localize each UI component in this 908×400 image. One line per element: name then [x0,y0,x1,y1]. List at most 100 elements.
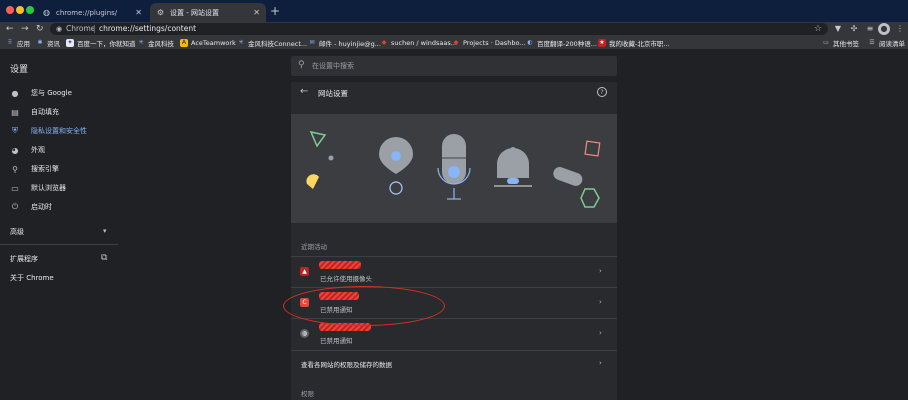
page-title: 设置 [10,65,29,75]
omnibox[interactable]: ◉ Chrome chrome://settings/content ☆ [50,23,828,35]
bookmark-apps[interactable]: ⠿ 应用 [6,36,30,50]
news-icon: ✱ [37,39,43,46]
globe-icon: ◍ [300,329,309,338]
bookmark-mail[interactable]: ✉ 邮件 - huyinjie@g... [308,36,380,50]
bookmark-other-folder[interactable]: ▭ 其他书签 [822,36,859,50]
back-icon[interactable]: ← [6,22,14,36]
site-settings-card: ← 网站设置 ? 近期活动 ▲ 已允许使用摄像头 › C 已禁用通知 › ◍ 已… [291,82,617,400]
chevron-down-icon[interactable]: ▾ [103,227,107,235]
recent-site-row[interactable]: ◍ 已禁用通知 › [291,318,617,349]
bell-clapper [507,178,519,184]
triangle-shape [309,130,327,148]
fullscreen-window-button[interactable] [26,6,34,14]
omnibox-url[interactable]: chrome://settings/content [99,23,196,35]
sidebar-item-default-browser[interactable]: ▭ 默认浏览器 [0,179,118,197]
bookmark-label: suchen / windsaas... [391,39,457,47]
site-favicon-icon: ▲ [300,267,309,276]
bookmark-label: 百度翻译-200种语... [537,40,597,48]
close-icon[interactable]: ✕ [253,8,260,17]
palette-icon: ◕ [11,145,19,155]
bookmark-baidu[interactable]: ✦ 百度一下，你就知道 [66,36,136,50]
tab-title: 设置 - 网站设置 [170,8,219,17]
autofill-icon: ▤ [11,107,19,117]
omnibox-scheme-label: Chrome [66,24,96,33]
tab-plugins[interactable]: ◍ chrome://plugins/ ✕ [36,3,148,22]
sidebar-item-label: 搜索引擎 [31,165,59,173]
bookmark-label: 我的收藏-北京市职... [609,40,670,48]
location-pin-dot [391,151,401,161]
external-link-icon[interactable]: ⧉ [101,253,107,263]
card-header: ← 网站设置 ? [291,82,617,104]
sidebar-extensions[interactable]: 扩展程序 [10,254,38,264]
sidebar-item-autofill[interactable]: ▤ 自动填充 [0,103,118,121]
forward-icon[interactable]: → [21,22,29,36]
sidebar-item-label: 自动填充 [31,108,59,116]
search-input[interactable] [312,59,602,73]
new-tab-button[interactable]: + [270,4,280,18]
bookmark-goldwind[interactable]: ✳ 金风科技 [137,36,174,50]
vue-devtools-icon[interactable]: ▼ [832,23,844,35]
permissions-illustration [306,130,601,208]
power-icon: ⏻ [11,202,19,211]
recent-site-status: 已禁用通知 [320,306,353,314]
sidebar-advanced[interactable]: 高级 [10,227,24,237]
tab-title: chrome://plugins/ [56,8,118,17]
sidebar-item-search-engine[interactable]: ⚲ 搜索引擎 [0,160,118,178]
redaction-scribble [319,292,359,300]
avatar[interactable]: ● [878,23,890,35]
help-icon[interactable]: ? [597,87,607,97]
recent-site-row[interactable]: ▲ 已允许使用摄像头 › [291,256,617,287]
close-icon[interactable]: ✕ [135,8,142,17]
gear-icon: ⚙ [156,8,165,17]
settings-search[interactable]: ⚲ [291,56,617,76]
bookmark-aceteamwork[interactable]: A AceTeamwork [180,36,236,50]
tab-settings[interactable]: ⚙ 设置 - 网站设置 ✕ [150,3,266,22]
menu-dots-icon[interactable]: ⋮ [894,23,906,35]
browser-icon: ▭ [11,183,19,193]
bookmark-favorites[interactable]: ★ 我的收藏-北京市职... [598,36,670,50]
minimize-window-button[interactable] [16,6,24,14]
reload-icon[interactable]: ↻ [36,22,44,36]
sidebar-item-privacy[interactable]: ⛨ 隐私设置和安全性 [0,122,118,140]
sidebar-item-on-startup[interactable]: ⏻ 启动时 [0,198,118,216]
globe-icon: ◍ [43,8,50,17]
baidu-icon: ✦ [66,39,74,47]
apps-grid-icon: ⠿ [7,39,13,46]
bookmark-gitlab-projects[interactable]: ◆ Projects · Dashbo... [452,36,526,50]
bookmark-label: 百度一下，你就知道 [77,40,136,48]
favorites-icon: ★ [598,39,606,47]
bookmark-label: 金风科技Connect... [248,40,308,48]
sidebar-about-chrome[interactable]: 关于 Chrome [10,273,54,283]
search-icon: ⚲ [298,60,305,70]
recent-site-status: 已禁用通知 [320,337,353,345]
person-icon: ● [11,88,19,98]
reading-list-icon[interactable]: ≡ [864,23,876,35]
sidebar-item-label: 您与 Google [31,89,72,97]
location-pin-target [389,181,403,195]
gitlab-icon: ◆ [381,39,387,46]
bookmark-baidu-translate[interactable]: ◐ 百度翻译-200种语... [526,36,597,50]
redaction-scribble [319,261,361,269]
sidebar-item-appearance[interactable]: ◕ 外观 [0,141,118,159]
extensions-puzzle-icon[interactable]: ✣ [848,23,860,35]
dot-shape [328,155,334,161]
bookmark-gitlab-windsaas[interactable]: ◆ suchen / windsaas... [380,36,457,50]
close-window-button[interactable] [6,6,14,14]
back-arrow-icon[interactable]: ← [300,86,308,97]
bookmark-label: AceTeamwork [191,39,236,47]
bookmark-goldwind-connect[interactable]: ✳ 金风科技Connect... [237,36,307,50]
bookmark-label: 阅读清单 [879,40,905,48]
sidebar-item-you-and-google[interactable]: ● 您与 Google [0,84,118,102]
all-sites-link[interactable]: 查看各网站的权限及储存的数据 › [291,350,617,374]
site-info-icon[interactable]: ◉ [56,23,62,35]
mail-icon: ✉ [309,39,315,46]
bookmark-reading-list[interactable]: ☰ 阅读清单 [868,36,905,50]
bookmark-star-icon[interactable]: ☆ [814,23,822,35]
half-moon-shape [306,174,319,189]
redaction-scribble [319,323,371,331]
sidebar-divider [0,244,118,245]
tab-strip: ◍ chrome://plugins/ ✕ ⚙ 设置 - 网站设置 ✕ + [0,0,908,22]
toolbar: ← → ↻ ◉ Chrome chrome://settings/content… [0,22,908,36]
bookmark-news[interactable]: ✱ 资讯 [36,36,60,50]
recent-site-row[interactable]: C 已禁用通知 › [291,287,617,318]
